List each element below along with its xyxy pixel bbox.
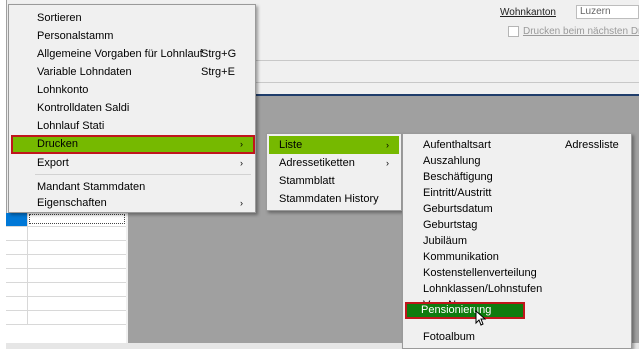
menu-item-allgemeine-vorgaben[interactable]: Allgemeine Vorgaben für Lohnlauf Strg+G	[11, 45, 253, 63]
submenu-arrow-icon: ›	[386, 140, 389, 150]
menu-item-kontrolldaten-saldi[interactable]: Kontrolldaten Saldi	[11, 99, 253, 117]
toolbar-divider	[240, 60, 639, 61]
menu-item-fotoalbum[interactable]: Fotoalbum	[405, 328, 629, 346]
mouse-pointer-icon	[475, 310, 487, 326]
main-context-menu: Sortieren Personalstamm Allgemeine Vorga…	[8, 4, 256, 213]
menu-item-liste[interactable]: Liste ›	[269, 136, 399, 154]
table-row[interactable]	[6, 311, 126, 325]
print-next-checkbox[interactable]	[508, 26, 519, 37]
menu-item-drucken[interactable]: Drucken ›	[11, 135, 255, 154]
print-next-checkbox-label: Drucken beim nächsten Druck	[523, 26, 639, 38]
submenu-arrow-icon: ›	[240, 139, 243, 149]
submenu-arrow-icon: ›	[386, 158, 389, 168]
menu-item-stammdaten-history[interactable]: Stammdaten History	[269, 190, 399, 208]
menu-item-lohnlauf-stati[interactable]: Lohnlauf Stati	[11, 117, 253, 135]
menu-item-eigenschaften[interactable]: Eigenschaften ›	[11, 194, 253, 212]
menu-item-pensionierung[interactable]: Pensionierung	[405, 302, 525, 319]
wohnkanton-input[interactable]: Luzern	[576, 5, 639, 19]
table-row[interactable]	[6, 283, 126, 297]
menu-separator	[35, 174, 251, 175]
menu-item-export[interactable]: Export ›	[11, 154, 253, 172]
menu-item-personalstamm[interactable]: Personalstamm	[11, 27, 253, 45]
employee-grid[interactable]	[6, 213, 126, 343]
print-next-checkbox-row[interactable]: Drucken beim nächsten Druck	[508, 26, 639, 37]
menu-item-sortieren[interactable]: Sortieren	[11, 9, 253, 27]
menu-item-lohnkonto[interactable]: Lohnkonto	[11, 81, 253, 99]
liste-submenu: Aufenthaltsart Adressliste Auszahlung Bes…	[402, 133, 632, 349]
submenu-arrow-icon: ›	[240, 158, 243, 168]
menu-item-stammblatt[interactable]: Stammblatt	[269, 172, 399, 190]
table-row[interactable]	[6, 269, 126, 283]
table-row[interactable]	[6, 213, 126, 227]
table-row[interactable]	[6, 241, 126, 255]
wohnkanton-label: Wohnkanton	[500, 7, 556, 18]
table-row[interactable]	[6, 227, 126, 241]
drucken-submenu: Liste › Adressetiketten › Stammblatt Stamm…	[266, 133, 402, 211]
table-row[interactable]	[6, 255, 126, 269]
table-row[interactable]	[6, 297, 126, 311]
menu-item-adressetiketten[interactable]: Adressetiketten ›	[269, 154, 399, 172]
toolbar-divider	[240, 82, 639, 83]
menu-item-variable-lohndaten[interactable]: Variable Lohndaten Strg+E	[11, 63, 253, 81]
submenu-arrow-icon: ›	[240, 198, 243, 208]
